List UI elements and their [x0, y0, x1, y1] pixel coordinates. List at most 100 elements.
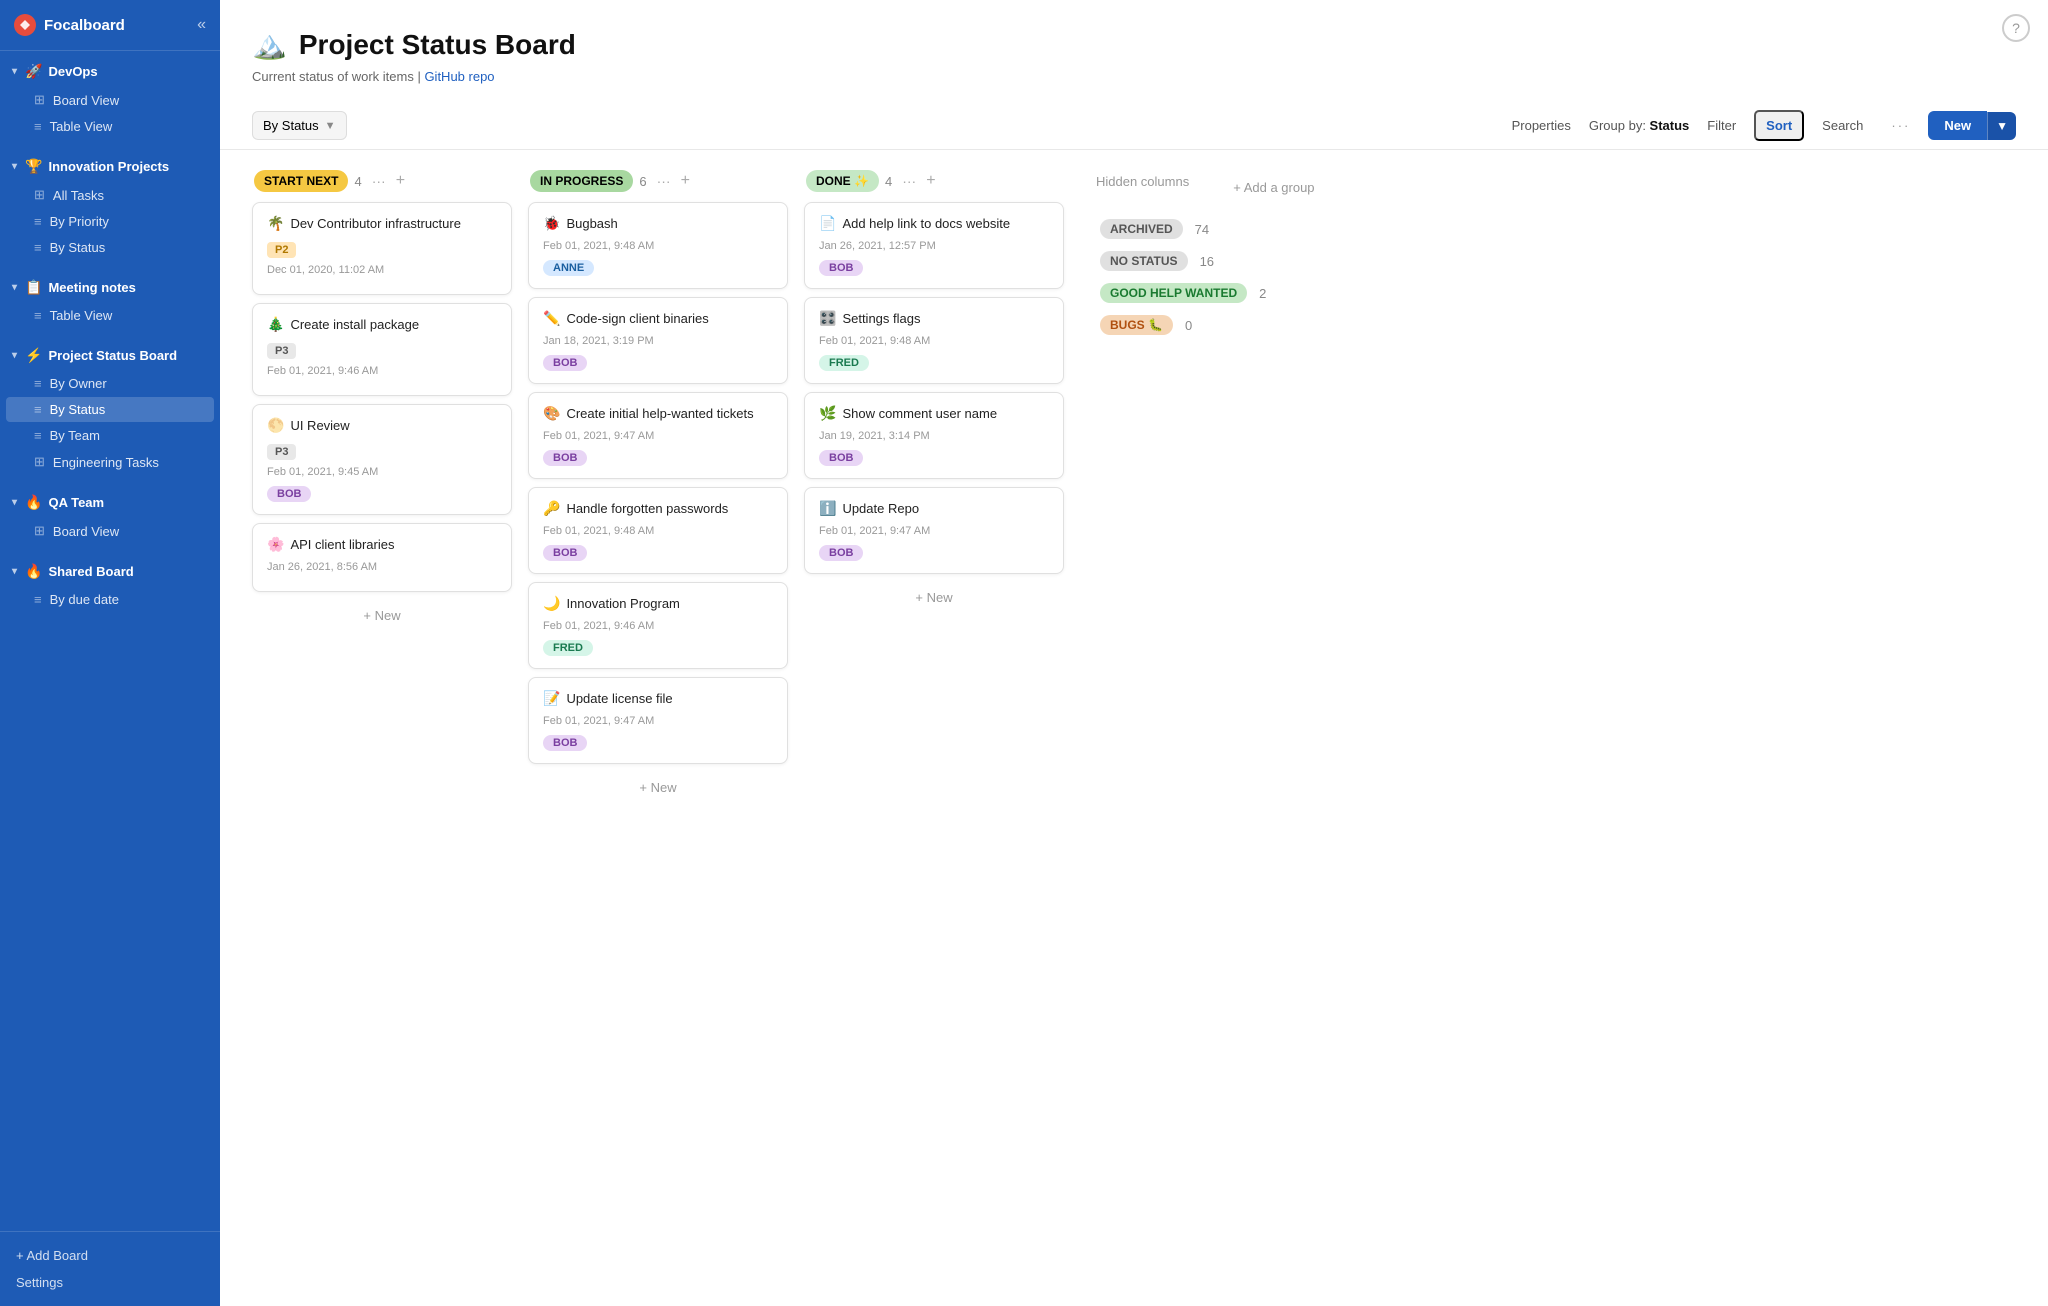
sidebar-item-label: By due date — [50, 592, 119, 607]
sidebar-group-header-meeting-notes[interactable]: ▾📋Meeting notes — [0, 273, 220, 302]
add-board-button[interactable]: + Add Board — [12, 1242, 208, 1269]
sidebar-item-label: All Tasks — [53, 188, 104, 203]
column-start-next: START NEXT 4 ··· + 🌴 Dev Contributor inf… — [252, 170, 512, 631]
sidebar-logo[interactable]: Focalboard — [14, 14, 125, 36]
card[interactable]: ℹ️ Update Repo Feb 01, 2021, 9:47 AMBOB — [804, 487, 1064, 574]
group-emoji-icon: 🔥 — [25, 563, 42, 580]
column-options-button[interactable]: ··· — [372, 173, 386, 189]
item-view-icon: ≡ — [34, 240, 42, 255]
sidebar-item-label: Board View — [53, 524, 119, 539]
group-label: Shared Board — [48, 564, 133, 579]
card[interactable]: 📄 Add help link to docs website Jan 26, … — [804, 202, 1064, 289]
card-priority-badge: P3 — [267, 444, 296, 460]
card[interactable]: 🔑 Handle forgotten passwords Feb 01, 202… — [528, 487, 788, 574]
column-header-in-progress: IN PROGRESS 6 ··· + — [528, 170, 788, 192]
card-assignee-badge: BOB — [267, 486, 311, 502]
more-options-button[interactable]: ··· — [1881, 112, 1920, 139]
sidebar-item-board-view-qa[interactable]: ⊞Board View — [6, 518, 214, 544]
sidebar-item-board-view-devops[interactable]: ⊞Board View — [6, 87, 214, 113]
sidebar-group-header-innovation[interactable]: ▾🏆Innovation Projects — [0, 152, 220, 181]
sidebar-item-by-priority[interactable]: ≡By Priority — [6, 209, 214, 234]
card-title-text: Code-sign client binaries — [566, 311, 708, 326]
sort-button[interactable]: Sort — [1754, 110, 1804, 141]
sidebar-item-by-team[interactable]: ≡By Team — [6, 423, 214, 448]
card-title-text: UI Review — [290, 418, 349, 433]
item-view-icon: ≡ — [34, 428, 42, 443]
card-date: Feb 01, 2021, 9:48 AM — [543, 525, 773, 537]
card-emoji-icon: 🌴 — [267, 215, 284, 232]
item-view-icon: ⊞ — [34, 454, 45, 470]
card[interactable]: 📝 Update license file Feb 01, 2021, 9:47… — [528, 677, 788, 764]
sidebar-group-meeting-notes: ▾📋Meeting notes≡Table View — [0, 267, 220, 335]
group-emoji-icon: 🔥 — [25, 494, 42, 511]
card-emoji-icon: 🌙 — [543, 595, 560, 612]
search-button[interactable]: Search — [1812, 112, 1873, 139]
view-selector[interactable]: By Status ▼ — [252, 111, 347, 140]
chevron-icon: ▾ — [12, 566, 17, 577]
new-card-button[interactable]: New — [1928, 111, 1987, 140]
sidebar-item-by-owner[interactable]: ≡By Owner — [6, 371, 214, 396]
sidebar-group-header-devops[interactable]: ▾🚀DevOps — [0, 57, 220, 86]
item-view-icon: ≡ — [34, 119, 42, 134]
sidebar-group-header-shared-board[interactable]: ▾ 🔥 Shared Board — [0, 557, 220, 586]
card-assignee-badge: BOB — [819, 260, 863, 276]
column-add-button[interactable]: + — [681, 172, 690, 190]
chevron-icon: ▾ — [12, 497, 17, 508]
card[interactable]: 🌴 Dev Contributor infrastructure P2Dec 0… — [252, 202, 512, 295]
card[interactable]: 🐞 Bugbash Feb 01, 2021, 9:48 AMANNE — [528, 202, 788, 289]
add-group-button[interactable]: + Add a group — [1229, 176, 1318, 199]
card[interactable]: 🌿 Show comment user name Jan 19, 2021, 3… — [804, 392, 1064, 479]
card[interactable]: ✏️ Code-sign client binaries Jan 18, 202… — [528, 297, 788, 384]
sidebar-group-devops: ▾🚀DevOps⊞Board View≡Table View — [0, 51, 220, 146]
hidden-col-bugs-🐛[interactable]: BUGS 🐛 0 — [1096, 309, 1360, 341]
card[interactable]: 🌸 API client libraries Jan 26, 2021, 8:5… — [252, 523, 512, 592]
item-view-icon: ≡ — [34, 376, 42, 391]
github-repo-link[interactable]: GitHub repo — [424, 69, 494, 84]
sidebar-item-table-view-meeting[interactable]: ≡Table View — [6, 303, 214, 328]
sidebar-group-header-project-status[interactable]: ▾⚡Project Status Board — [0, 341, 220, 370]
settings-button[interactable]: Settings — [12, 1269, 208, 1296]
hidden-col-archived[interactable]: ARCHIVED 74 — [1096, 213, 1360, 245]
sidebar-item-by-status-innovation[interactable]: ≡By Status — [6, 235, 214, 260]
properties-button[interactable]: Properties — [1502, 112, 1581, 139]
card[interactable]: 🎄 Create install package P3Feb 01, 2021,… — [252, 303, 512, 396]
card[interactable]: 🎨 Create initial help-wanted tickets Feb… — [528, 392, 788, 479]
card-assignee-badge: BOB — [543, 355, 587, 371]
card[interactable]: 🌕 UI Review P3Feb 01, 2021, 9:45 AMBOB — [252, 404, 512, 515]
sidebar-item-all-tasks[interactable]: ⊞All Tasks — [6, 182, 214, 208]
sidebar-item-by-status-project[interactable]: ≡By Status — [6, 397, 214, 422]
sidebar-group-header-qa-team[interactable]: ▾🔥QA Team — [0, 488, 220, 517]
column-options-button[interactable]: ··· — [902, 173, 916, 189]
add-card-button-in-progress[interactable]: + New — [528, 772, 788, 803]
sidebar-collapse-button[interactable]: « — [197, 16, 206, 34]
add-card-button-start-next[interactable]: + New — [252, 600, 512, 631]
sidebar-item-table-view-devops[interactable]: ≡Table View — [6, 114, 214, 139]
card-emoji-icon: 🔑 — [543, 500, 560, 517]
card-emoji-icon: 📝 — [543, 690, 560, 707]
sidebar-item-by-due-date[interactable]: ≡By due date — [6, 587, 214, 612]
card-date: Feb 01, 2021, 9:46 AM — [267, 365, 497, 377]
filter-button[interactable]: Filter — [1697, 112, 1746, 139]
column-add-button[interactable]: + — [396, 172, 405, 190]
hidden-col-no-status[interactable]: NO STATUS 16 — [1096, 245, 1360, 277]
card[interactable]: 🎛️ Settings flags Feb 01, 2021, 9:48 AMF… — [804, 297, 1064, 384]
card-title: 🐞 Bugbash — [543, 215, 773, 232]
chevron-icon: ▾ — [12, 350, 17, 361]
card-assignee-badge: FRED — [543, 640, 593, 656]
help-button[interactable]: ? — [2002, 14, 2030, 42]
sidebar-item-engineering-tasks[interactable]: ⊞Engineering Tasks — [6, 449, 214, 475]
hidden-col-count: 0 — [1185, 318, 1192, 333]
card-emoji-icon: 📄 — [819, 215, 836, 232]
column-add-button[interactable]: + — [926, 172, 935, 190]
board-toolbar: By Status ▼ Properties Group by: Status … — [220, 102, 2048, 150]
item-view-icon: ≡ — [34, 308, 42, 323]
column-options-button[interactable]: ··· — [657, 173, 671, 189]
new-button-group: New ▼ — [1928, 111, 2016, 140]
new-card-dropdown-button[interactable]: ▼ — [1987, 112, 2016, 140]
add-card-button-done[interactable]: + New — [804, 582, 1064, 613]
card-title-text: Create initial help-wanted tickets — [566, 406, 753, 421]
hidden-col-good-help-wanted[interactable]: GOOD HELP WANTED 2 — [1096, 277, 1360, 309]
card[interactable]: 🌙 Innovation Program Feb 01, 2021, 9:46 … — [528, 582, 788, 669]
hidden-col-count: 2 — [1259, 286, 1266, 301]
card-date: Feb 01, 2021, 9:48 AM — [819, 335, 1049, 347]
